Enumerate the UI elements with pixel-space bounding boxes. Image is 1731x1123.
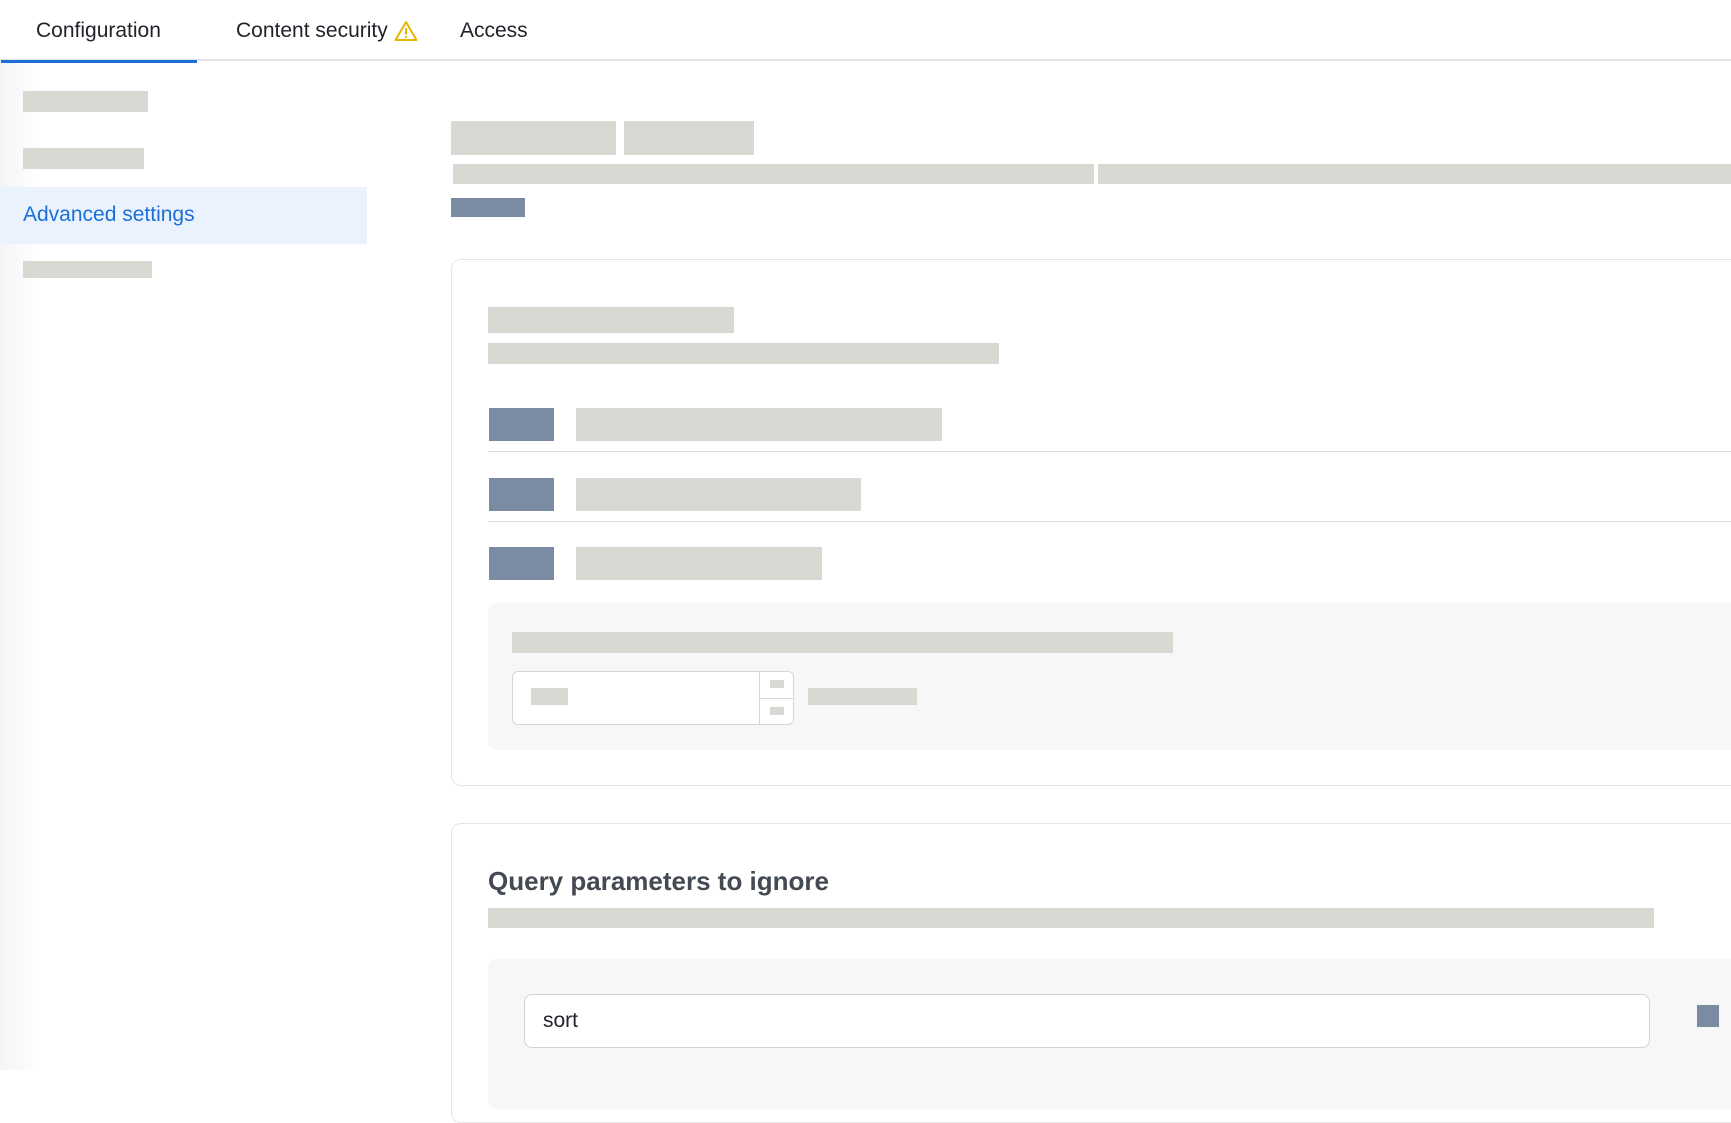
stepper-down-icon[interactable] <box>770 707 784 715</box>
tab-access[interactable]: Access <box>460 0 528 61</box>
page-description-placeholder <box>453 164 1094 184</box>
sidebar-item-placeholder[interactable] <box>23 91 148 112</box>
number-stepper[interactable] <box>512 671 794 725</box>
option-label-placeholder <box>576 408 942 441</box>
sidebar-item-advanced-settings[interactable]: Advanced settings <box>0 187 367 244</box>
option-label-placeholder <box>576 547 822 580</box>
warning-icon <box>394 20 418 42</box>
query-param-input[interactable] <box>524 994 1650 1048</box>
stepper-up-icon[interactable] <box>770 680 784 688</box>
stepper-value-placeholder <box>531 688 568 705</box>
tab-bar: Configuration Content security Access <box>0 0 1731 63</box>
page-title-placeholder <box>451 121 616 155</box>
sidebar-item-placeholder[interactable] <box>23 261 152 278</box>
section-description-placeholder <box>488 908 1654 928</box>
card-title-placeholder <box>488 307 734 333</box>
tab-content-security-label: Content security <box>236 18 388 42</box>
stepper-unit-placeholder <box>808 688 917 705</box>
card-description-placeholder <box>488 343 999 364</box>
tab-configuration[interactable]: Configuration <box>1 0 197 63</box>
option-toggle[interactable] <box>489 408 554 441</box>
option-label-placeholder <box>576 478 861 511</box>
sidebar-item-label: Advanced settings <box>23 203 195 226</box>
divider <box>488 451 1731 452</box>
sidebar-item-placeholder[interactable] <box>23 148 144 169</box>
tab-content-security[interactable]: Content security <box>236 0 418 61</box>
section-title: Query parameters to ignore <box>488 866 829 896</box>
link-placeholder[interactable] <box>451 198 525 217</box>
option-toggle[interactable] <box>489 547 554 580</box>
divider <box>488 521 1731 522</box>
page-title-placeholder <box>624 121 754 155</box>
remove-param-icon[interactable] <box>1697 1005 1719 1027</box>
option-toggle[interactable] <box>489 478 554 511</box>
page-description-placeholder <box>1098 164 1731 184</box>
tab-access-label: Access <box>460 18 528 42</box>
detail-label-placeholder <box>512 632 1173 653</box>
tab-configuration-label: Configuration <box>36 18 161 42</box>
